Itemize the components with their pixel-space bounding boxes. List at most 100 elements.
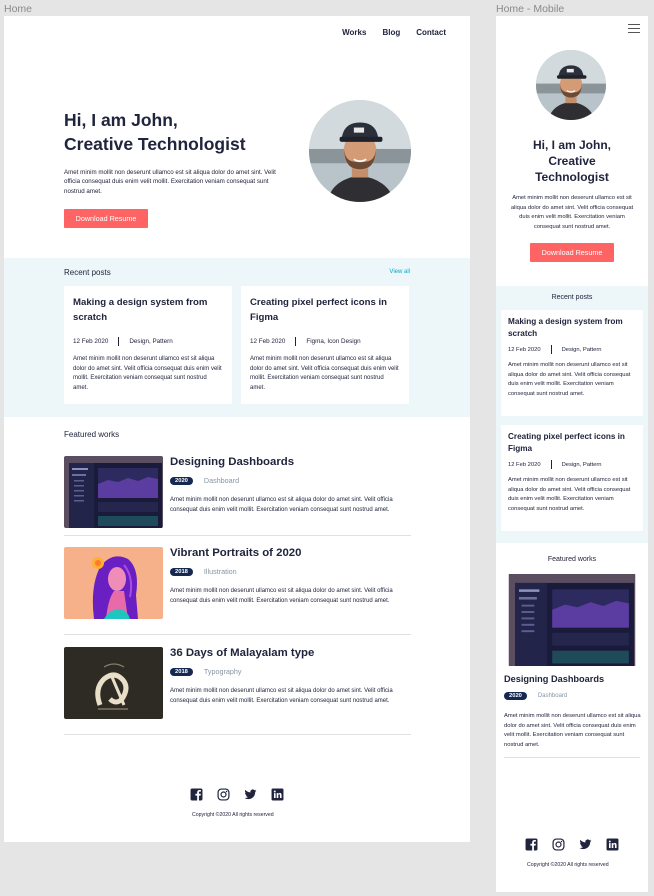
dashboard-thumbnail-image xyxy=(508,574,636,666)
typography-thumbnail-image xyxy=(64,647,163,719)
hero-intro: Amet minim mollit non deserunt ullamco e… xyxy=(510,195,634,230)
meta-divider xyxy=(118,337,120,346)
post-card[interactable]: Making a design system from scratch 12 F… xyxy=(64,286,232,404)
copyright-text: Copyright ©2020 All rights reserved xyxy=(527,862,609,868)
work-category: Typography xyxy=(203,667,242,676)
post-meta: 12 Feb 2020 Design, Pattern xyxy=(508,345,636,354)
post-title: Making a design system from scratch xyxy=(508,317,623,338)
linkedin-icon[interactable] xyxy=(271,788,284,801)
post-title: Making a design system from scratch xyxy=(73,297,208,323)
post-date: 12 Feb 2020 xyxy=(508,461,541,468)
recent-posts-heading: Recent posts xyxy=(551,294,593,301)
avatar xyxy=(536,50,606,120)
facebook-icon[interactable] xyxy=(190,788,203,801)
post-card[interactable]: Making a design system from scratch 12 F… xyxy=(501,310,643,416)
twitter-icon[interactable] xyxy=(244,788,257,801)
recent-posts-section: Recent posts View all Making a design sy… xyxy=(4,258,470,417)
post-meta: 12 Feb 2020 Design, Pattern xyxy=(508,460,636,469)
work-meta: 2018 Typography xyxy=(170,667,241,676)
copyright-text: Copyright ©2020 All rights reserved xyxy=(192,812,274,818)
work-title: Vibrant Portraits of 2020 xyxy=(170,547,302,559)
post-tags: Figma, Icon Design xyxy=(306,338,361,345)
hero-title-line: Hi, I am John, xyxy=(532,138,611,152)
avatar-photo xyxy=(309,100,411,202)
post-excerpt: Amet minim mollit non deserunt ullamco e… xyxy=(250,356,399,391)
post-date: 12 Feb 2020 xyxy=(508,346,541,353)
work-category: Dashboard xyxy=(537,693,568,699)
post-card[interactable]: Creating pixel perfect icons in Figma 12… xyxy=(501,425,643,531)
hamburger-menu-icon[interactable] xyxy=(628,24,640,36)
dashboard-thumbnail-image xyxy=(64,456,163,528)
meta-divider xyxy=(550,345,552,354)
meta-divider xyxy=(550,460,552,469)
meta-divider xyxy=(295,337,297,346)
social-links xyxy=(190,788,284,801)
work-description: Amet minim mollit non deserunt ullamco e… xyxy=(170,497,393,513)
view-all-link[interactable]: View all xyxy=(389,269,410,275)
work-meta: 2020 Dashboard xyxy=(504,692,567,700)
twitter-icon[interactable] xyxy=(579,838,592,851)
nav-blog[interactable]: Blog xyxy=(382,28,400,37)
recent-posts-heading: Recent posts xyxy=(64,268,111,277)
year-badge: 2018 xyxy=(170,667,193,676)
work-meta: 2020 Dashboard xyxy=(170,476,239,485)
work-thumbnail xyxy=(64,456,163,528)
work-category: Illustration xyxy=(203,567,237,576)
year-badge: 2018 xyxy=(170,567,193,576)
hero-title-line: Creative xyxy=(548,154,596,168)
post-meta: 12 Feb 2020 Design, Pattern xyxy=(73,337,223,346)
instagram-icon[interactable] xyxy=(217,788,230,801)
hero-title-line: Hi, I am John, xyxy=(64,110,178,130)
featured-works-heading: Featured works xyxy=(64,430,120,439)
top-nav: Works Blog Contact xyxy=(342,28,446,37)
hero-title: Hi, I am John, Creative Technologist xyxy=(64,108,304,156)
facebook-icon[interactable] xyxy=(525,838,538,851)
hero-title-line: Creative Technologist xyxy=(64,134,246,154)
avatar-photo xyxy=(536,50,606,120)
work-thumbnail xyxy=(64,547,163,619)
post-tags: Design, Pattern xyxy=(561,346,602,353)
linkedin-icon[interactable] xyxy=(606,838,619,851)
work-category: Dashboard xyxy=(203,476,240,485)
hero-title: Hi, I am John, Creative Technologist xyxy=(496,137,648,185)
recent-posts-section: Recent posts Making a design system from… xyxy=(496,286,648,543)
post-date: 12 Feb 2020 xyxy=(250,338,286,345)
post-meta: 12 Feb 2020 Figma, Icon Design xyxy=(250,337,400,346)
portrait-thumbnail-image xyxy=(64,547,163,619)
hero-title-line: Technologist xyxy=(535,170,609,184)
work-title: Designing Dashboards xyxy=(504,674,605,684)
work-item[interactable]: Designing Dashboards 2020 Dashboard Amet… xyxy=(64,456,411,536)
work-description: Amet minim mollit non deserunt ullamco e… xyxy=(504,713,641,748)
work-title: 36 Days of Malayalam type xyxy=(170,647,315,659)
work-description: Amet minim mollit non deserunt ullamco e… xyxy=(170,588,393,604)
work-title: Designing Dashboards xyxy=(170,456,295,468)
post-card[interactable]: Creating pixel perfect icons in Figma 12… xyxy=(241,286,409,404)
hero-intro: Amet minim mollit non deserunt ullamco e… xyxy=(64,169,276,195)
post-excerpt: Amet minim mollit non deserunt ullamco e… xyxy=(508,362,631,397)
year-badge: 2020 xyxy=(170,476,193,485)
download-resume-button[interactable]: Download Resume xyxy=(530,243,614,262)
work-item[interactable]: 36 Days of Malayalam type 2018 Typograph… xyxy=(64,647,411,735)
download-resume-button[interactable]: Download Resume xyxy=(64,209,148,228)
desktop-frame-label: Home xyxy=(4,3,33,15)
post-title: Creating pixel perfect icons in Figma xyxy=(508,432,625,453)
nav-works[interactable]: Works xyxy=(342,28,366,37)
nav-contact[interactable]: Contact xyxy=(416,28,446,37)
social-links xyxy=(525,838,619,851)
post-date: 12 Feb 2020 xyxy=(73,338,109,345)
work-description: Amet minim mollit non deserunt ullamco e… xyxy=(170,688,393,704)
work-thumbnail[interactable] xyxy=(504,574,640,666)
avatar xyxy=(309,100,411,202)
instagram-icon[interactable] xyxy=(552,838,565,851)
post-tags: Design, Pattern xyxy=(561,461,602,468)
post-tags: Design, Pattern xyxy=(129,338,173,345)
post-excerpt: Amet minim mollit non deserunt ullamco e… xyxy=(508,477,631,512)
divider xyxy=(504,757,640,758)
post-excerpt: Amet minim mollit non deserunt ullamco e… xyxy=(73,356,222,391)
mobile-artboard: Hi, I am John, Creative Technologist Ame… xyxy=(496,16,648,892)
featured-works-heading: Featured works xyxy=(547,556,597,563)
post-title: Creating pixel perfect icons in Figma xyxy=(250,297,388,323)
work-meta: 2018 Illustration xyxy=(170,567,237,576)
work-item[interactable]: Vibrant Portraits of 2020 2018 Illustrat… xyxy=(64,547,411,635)
work-thumbnail xyxy=(64,647,163,719)
